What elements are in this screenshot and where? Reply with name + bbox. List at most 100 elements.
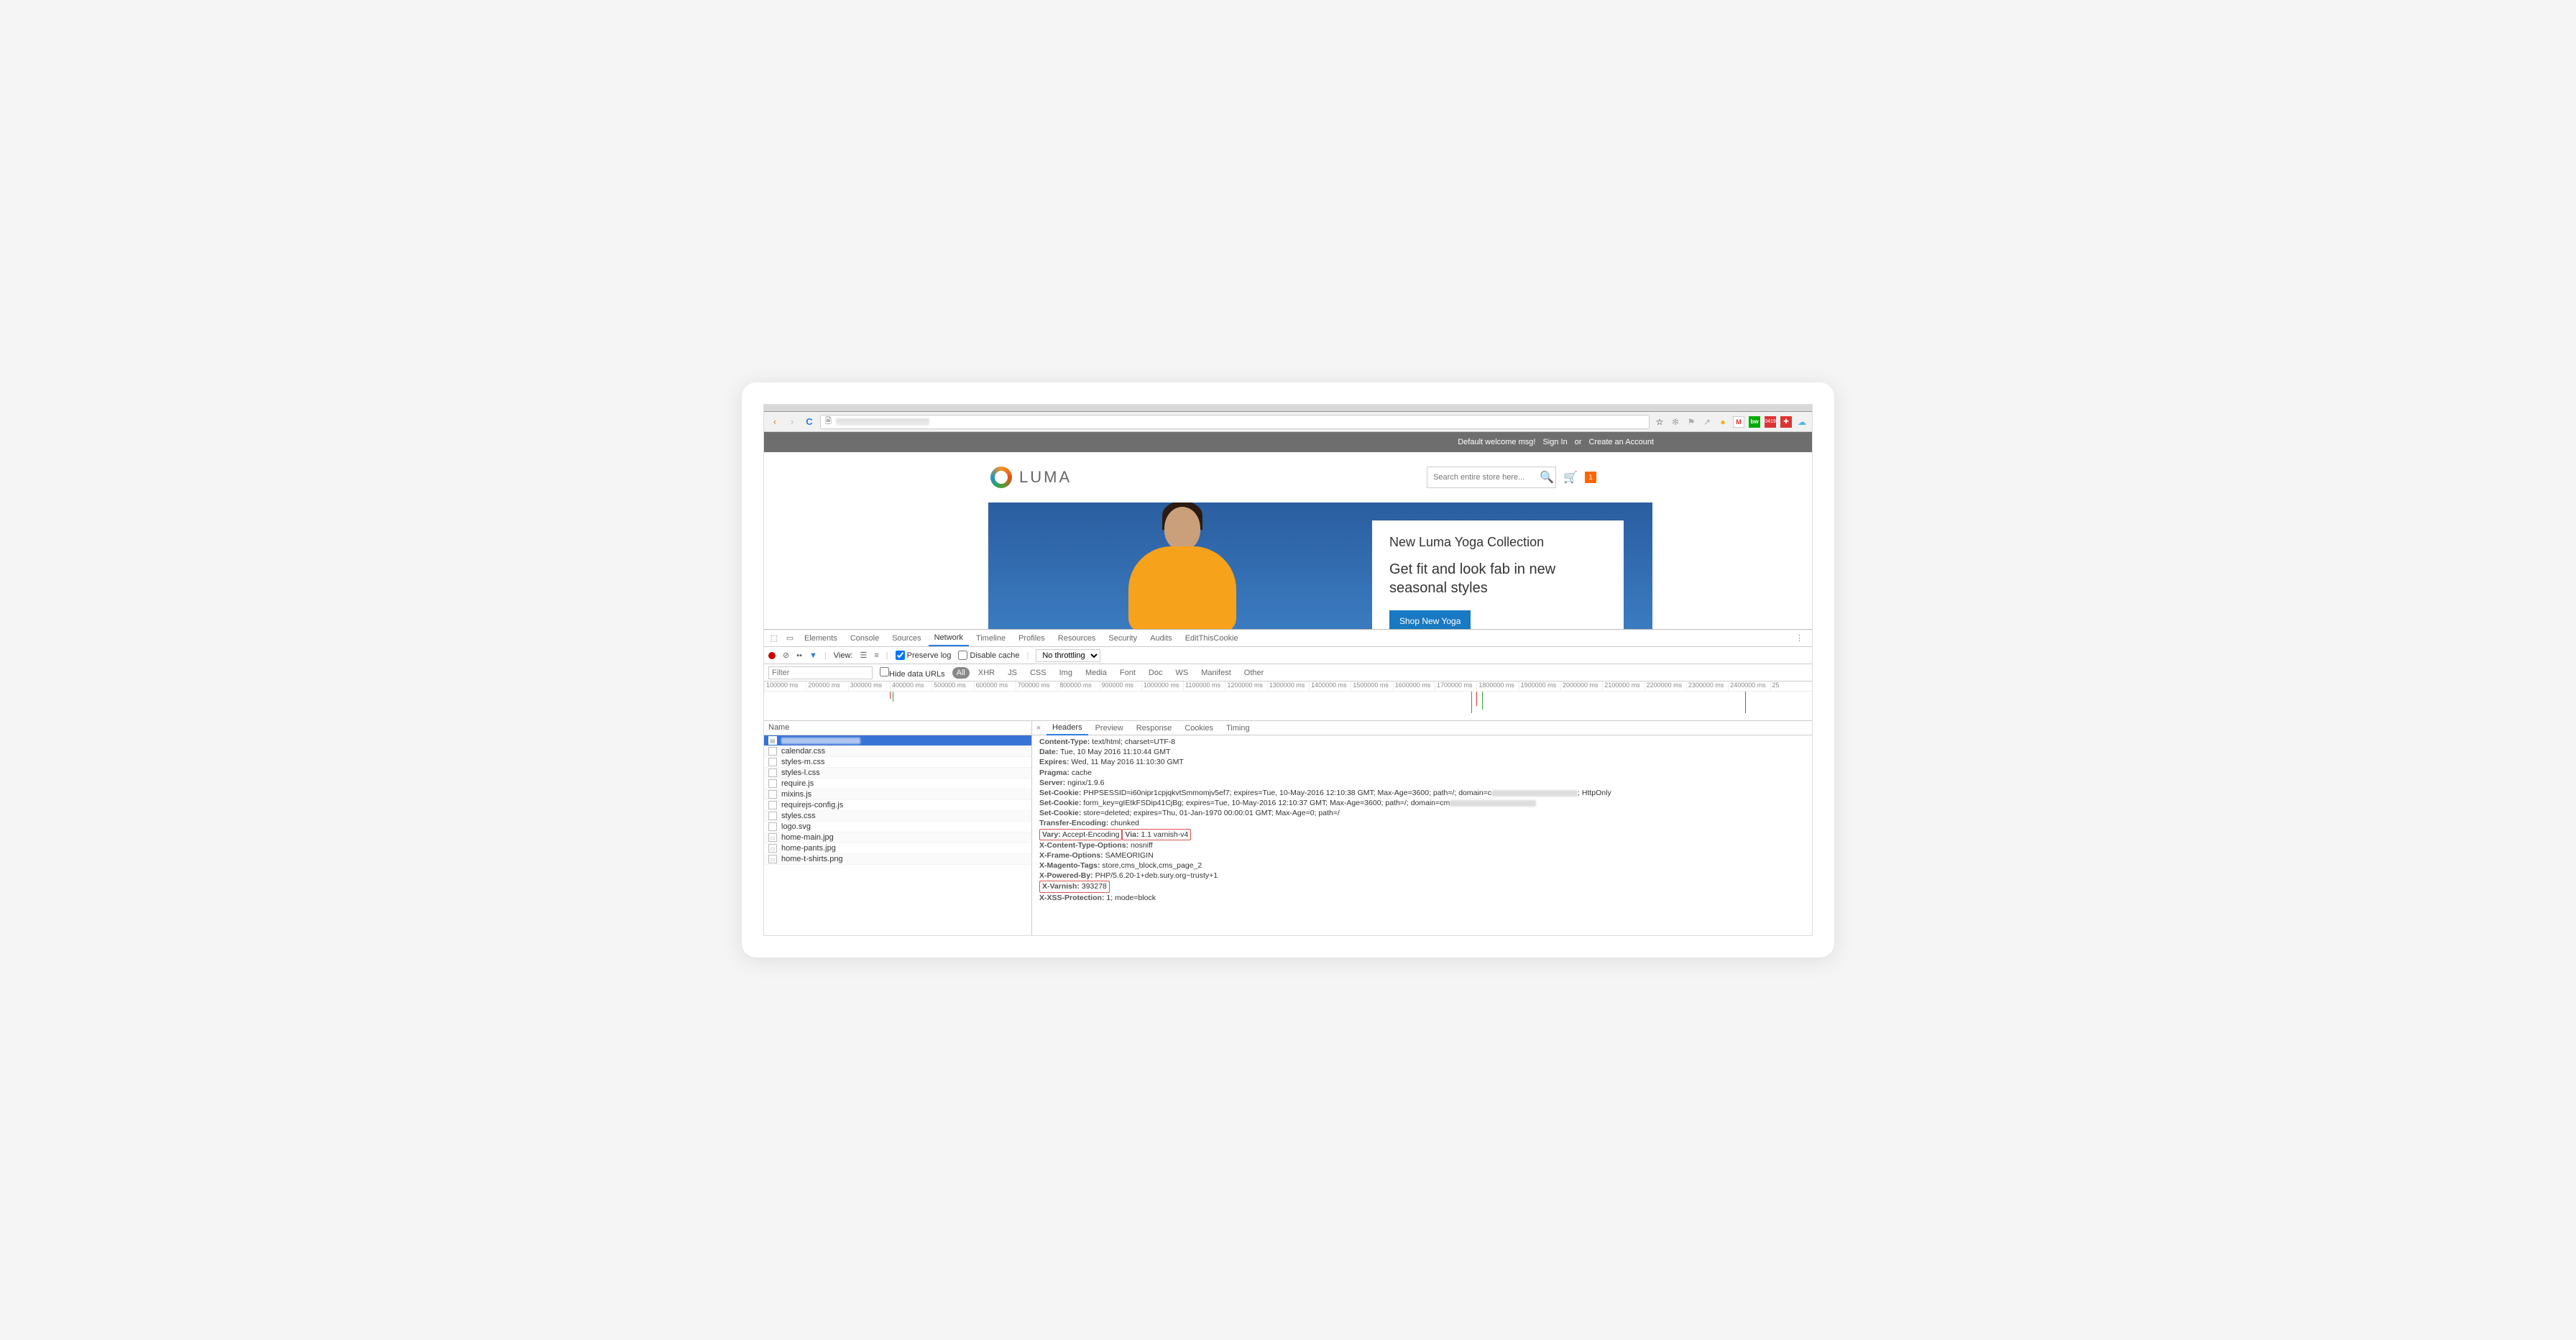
filter-tab-media[interactable]: Media (1081, 667, 1111, 679)
detail-tab-preview[interactable]: Preview (1090, 722, 1129, 735)
file-icon (768, 747, 777, 756)
filter-tab-doc[interactable]: Doc (1144, 667, 1167, 679)
timeline-tick: 1500000 ms (1351, 682, 1392, 691)
devtools-tab-elements[interactable]: Elements (799, 631, 843, 646)
devtools-tab-timeline[interactable]: Timeline (970, 631, 1011, 646)
filter-tab-other[interactable]: Other (1240, 667, 1269, 679)
disable-cache-checkbox[interactable]: Disable cache (958, 651, 1019, 660)
create-account-link[interactable]: Create an Account (1588, 438, 1654, 446)
network-timeline[interactable]: 100000 ms200000 ms300000 ms400000 ms5000… (764, 682, 1812, 721)
file-icon (768, 779, 777, 788)
request-row[interactable]: ▭home-t-shirts.png (764, 854, 1031, 865)
filter-tab-font[interactable]: Font (1116, 667, 1140, 679)
filter-tab-all[interactable]: All (952, 667, 970, 679)
request-name: calendar.css (781, 747, 825, 756)
browser-tabstrip[interactable] (764, 405, 1812, 412)
timeline-tick: 25 (1770, 682, 1812, 691)
filter-icon[interactable]: ▼ (809, 651, 817, 660)
view-large-icon[interactable]: ☰ (860, 651, 867, 660)
inspect-icon[interactable]: ⬚ (767, 633, 781, 643)
ext-icon[interactable]: ☁ (1796, 416, 1808, 428)
device-icon[interactable]: ▭ (783, 633, 797, 643)
devtools-tab-sources[interactable]: Sources (886, 631, 926, 646)
ext-icon[interactable]: bw (1749, 416, 1760, 428)
filter-tab-manifest[interactable]: Manifest (1197, 667, 1236, 679)
timeline-tick: 1000000 ms (1141, 682, 1183, 691)
request-row[interactable]: styles-l.css (764, 768, 1031, 779)
search-box[interactable]: 🔍 (1427, 467, 1556, 488)
request-row[interactable]: calendar.css (764, 746, 1031, 757)
view-small-icon[interactable]: ≡ (874, 651, 878, 660)
clear-icon[interactable]: ⊘ (783, 651, 789, 660)
timeline-tick: 300000 ms (848, 682, 890, 691)
devtools-tab-network[interactable]: Network (929, 630, 969, 646)
filter-tab-ws[interactable]: WS (1171, 667, 1192, 679)
header-line: Set-Cookie: store=deleted; expires=Thu, … (1039, 808, 1805, 818)
filter-tab-xhr[interactable]: XHR (974, 667, 999, 679)
logo[interactable]: LUMA (990, 467, 1072, 488)
ext-icon[interactable]: ✚ (1780, 416, 1792, 428)
request-row[interactable]: require.js (764, 779, 1031, 789)
back-button[interactable]: ‹ (768, 416, 781, 428)
header-line: X-Powered-By: PHP/5.6.20-1+deb.sury.org~… (1039, 871, 1805, 881)
filter-tab-js[interactable]: JS (1003, 667, 1021, 679)
detail-tab-cookies[interactable]: Cookies (1179, 722, 1219, 735)
hide-data-urls-checkbox[interactable]: Hide data URLs (880, 667, 945, 679)
devtools-tab-resources[interactable]: Resources (1052, 631, 1102, 646)
ext-icon[interactable]: 0419 (1765, 416, 1776, 428)
throttling-select[interactable]: No throttling (1036, 649, 1100, 662)
filter-input[interactable] (768, 666, 873, 679)
request-row[interactable]: ▤ (764, 735, 1031, 746)
request-row[interactable]: styles-m.css (764, 757, 1031, 768)
filter-tab-img[interactable]: Img (1055, 667, 1077, 679)
browser-toolbar: ‹ › C 🗎 ☆ ✻ ⚑ ↗ ● M bw 0419 ✚ ☁ (764, 412, 1812, 432)
search-input[interactable] (1433, 473, 1535, 482)
star-icon[interactable]: ☆ (1654, 416, 1665, 428)
header-line: X-Varnish: 393278 (1039, 881, 1110, 892)
timeline-tick: 1800000 ms (1476, 682, 1518, 691)
close-detail-icon[interactable]: × (1032, 724, 1045, 733)
request-row[interactable]: requirejs-config.js (764, 800, 1031, 811)
search-icon[interactable]: 🔍 (1540, 470, 1554, 485)
devtools-tab-profiles[interactable]: Profiles (1013, 631, 1051, 646)
cart-icon[interactable]: 🛒 (1563, 470, 1578, 485)
file-icon: ▭ (768, 833, 777, 842)
devtools-tab-audits[interactable]: Audits (1144, 631, 1178, 646)
address-bar[interactable]: 🗎 (820, 415, 1650, 429)
ext-icon[interactable]: ↗ (1701, 416, 1713, 428)
name-column-header[interactable]: Name (764, 721, 1031, 735)
reload-button[interactable]: C (803, 416, 816, 428)
forward-button[interactable]: › (786, 416, 799, 428)
timeline-tick: 1600000 ms (1393, 682, 1435, 691)
hero-cta-button[interactable]: Shop New Yoga (1389, 610, 1471, 629)
or-text: or (1575, 438, 1582, 446)
signin-link[interactable]: Sign In (1542, 438, 1567, 446)
request-row[interactable]: ▭home-main.jpg (764, 832, 1031, 843)
detail-tab-headers[interactable]: Headers (1046, 721, 1088, 735)
gmail-icon[interactable]: M (1733, 416, 1744, 428)
welcome-msg: Default welcome msg! (1458, 438, 1535, 446)
request-row[interactable]: mixins.js (764, 789, 1031, 800)
request-row[interactable]: styles.css (764, 811, 1031, 822)
detail-tab-timing[interactable]: Timing (1220, 722, 1256, 735)
detail-tab-response[interactable]: Response (1131, 722, 1178, 735)
ext-icon[interactable]: ⚑ (1685, 416, 1697, 428)
timeline-tick: 2400000 ms (1728, 682, 1770, 691)
devtools-tab-console[interactable]: Console (845, 631, 885, 646)
response-headers: Content-Type: text/html; charset=UTF-8Da… (1032, 735, 1812, 935)
camera-icon[interactable]: ▪▪ (796, 651, 802, 660)
cart-badge: 1 (1585, 472, 1596, 483)
request-row[interactable]: logo.svg (764, 822, 1031, 832)
devtools-tab-security[interactable]: Security (1103, 631, 1143, 646)
request-row[interactable]: ▭home-pants.jpg (764, 843, 1031, 854)
request-name: home-t-shirts.png (781, 855, 843, 863)
devtools-tabs: ⬚ ▭ ElementsConsoleSourcesNetworkTimelin… (764, 630, 1812, 647)
devtools-menu-icon[interactable]: ⋮ (1790, 633, 1809, 643)
filter-tab-css[interactable]: CSS (1026, 667, 1051, 679)
record-icon[interactable] (768, 652, 776, 659)
ext-icon[interactable]: ✻ (1670, 416, 1681, 428)
preserve-log-checkbox[interactable]: Preserve log (896, 651, 952, 660)
devtools-tab-editthiscookie[interactable]: EditThisCookie (1179, 631, 1244, 646)
header-line: Vary: Accept-Encoding (1039, 829, 1122, 840)
ext-icon[interactable]: ● (1717, 416, 1729, 428)
